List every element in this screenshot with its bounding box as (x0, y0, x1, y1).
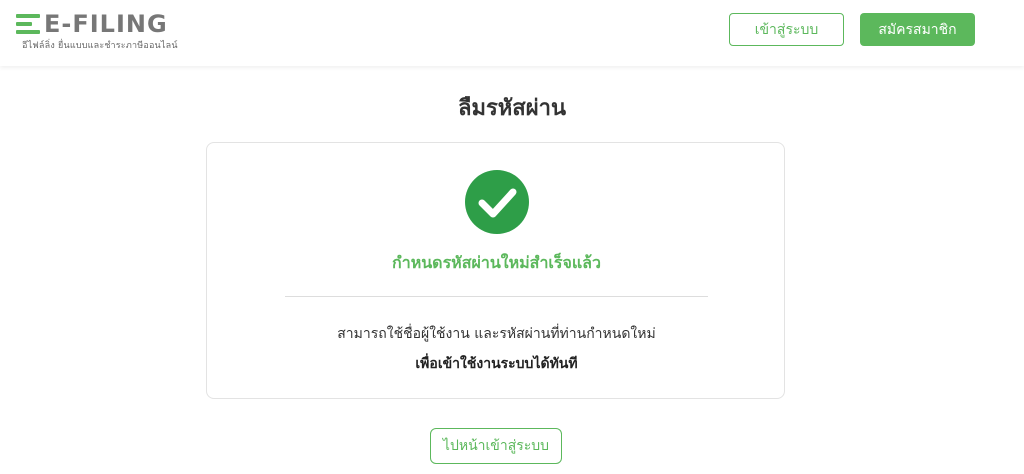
logo-tagline: อีไฟล์ลิ่ง ยื่นแบบและชำระภาษีออนไลน์ (22, 41, 178, 51)
info-text-emphasis: เพื่อเข้าใช้งานระบบได้ทันที (415, 356, 578, 372)
result-card: กำหนดรหัสผ่านใหม่สำเร็จแล้ว สามารถใช้ชื่… (206, 142, 785, 399)
efiling-logo[interactable]: E-FILING อีไฟล์ลิ่ง ยื่นแบบและชำระภาษีออ… (16, 10, 186, 54)
logo-text: E-FILING (44, 10, 168, 38)
check-circle-icon (465, 170, 529, 234)
site-header: E-FILING อีไฟล์ลิ่ง ยื่นแบบและชำระภาษีออ… (0, 0, 1024, 66)
goto-login-button[interactable]: ไปหน้าเข้าสู่ระบบ (430, 428, 562, 464)
success-message: กำหนดรหัสผ่านใหม่สำเร็จแล้ว (392, 253, 601, 272)
divider (285, 296, 708, 297)
page-title: ลืมรหัสผ่าน (457, 96, 566, 121)
logo-main: E-FILING (16, 10, 168, 38)
info-text: สามารถใช้ชื่อผู้ใช้งาน และรหัสผ่านที่ท่า… (337, 326, 656, 342)
efiling-logo-icon (16, 13, 42, 35)
login-button[interactable]: เข้าสู่ระบบ (729, 13, 844, 46)
register-button[interactable]: สมัครสมาชิก (860, 13, 975, 46)
